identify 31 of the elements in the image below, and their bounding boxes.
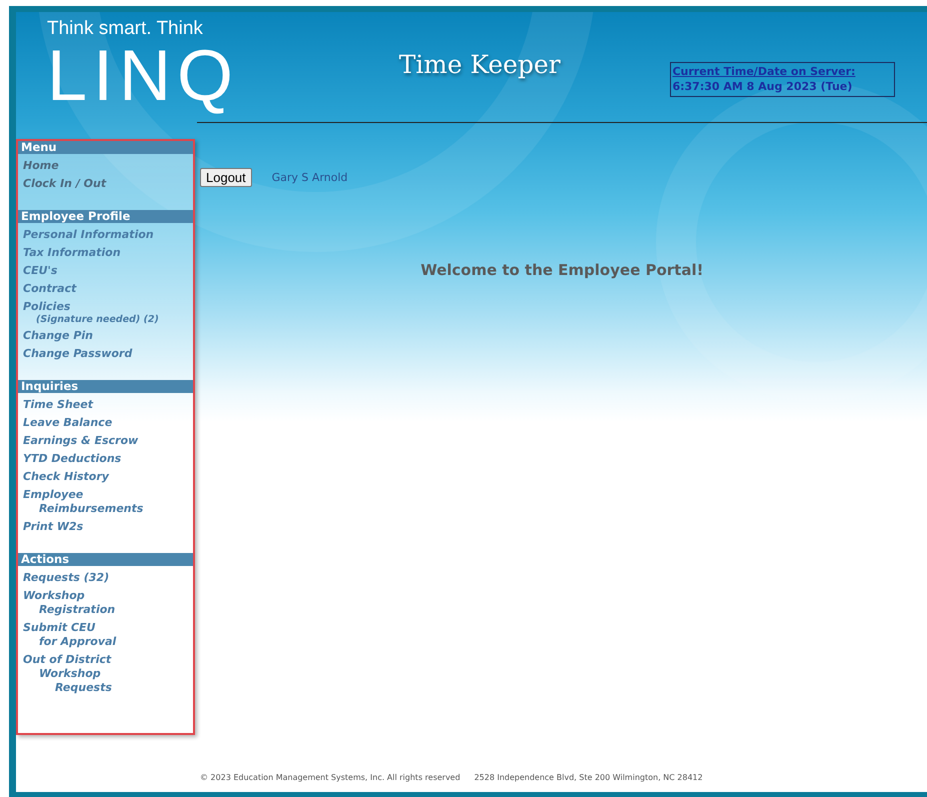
copyright-text: © 2023 Education Management Systems, Inc. All rights reserved [200,773,460,782]
user-name: Gary S Arnold [272,171,348,184]
menu-link[interactable]: Out of District Workshop Requests [18,651,193,697]
menu-link[interactable]: Time Sheet [18,396,193,414]
menu-link[interactable]: Check History [18,468,193,486]
menu-link[interactable]: Policies (Signature needed) (2) [18,298,193,327]
menu-link[interactable]: Change Pin [18,327,193,345]
menu-link[interactable]: CEU's [18,262,193,280]
logo-tagline: Think smart. Think [47,18,203,40]
menu-link[interactable]: Leave Balance [18,414,193,432]
logout-button[interactable]: Logout [200,168,252,187]
section-header: Employee Profile [18,210,193,223]
section-header: Inquiries [18,380,193,393]
menu-link[interactable]: Earnings & Escrow [18,432,193,450]
server-time-link[interactable]: Current Time/Date on Server: [672,64,892,79]
app-title: Time Keeper [399,50,560,79]
menu-link[interactable]: Requests (32) [18,569,193,587]
menu-link[interactable]: Change Password [18,345,193,363]
menu-link[interactable]: Contract [18,280,193,298]
section-header: Menu [18,141,193,154]
server-time-value: 6:37:30 AM 8 Aug 2023 (Tue) [672,79,854,94]
address-text: 2528 Independence Blvd, Ste 200 Wilmington, NC 28412 [474,773,703,782]
menu-link[interactable]: Personal Information [18,226,193,244]
welcome-message: Welcome to the Employee Portal! [420,261,704,279]
menu-link[interactable]: Submit CEU for Approval [18,619,193,651]
menu-link[interactable]: Employee Reimbursements [18,486,193,518]
menu-link[interactable]: YTD Deductions [18,450,193,468]
menu-link[interactable]: Workshop Registration [18,587,193,619]
menu-link[interactable]: Tax Information [18,244,193,262]
section-header: Actions [18,553,193,566]
menu-link[interactable]: Print W2s [18,518,193,536]
